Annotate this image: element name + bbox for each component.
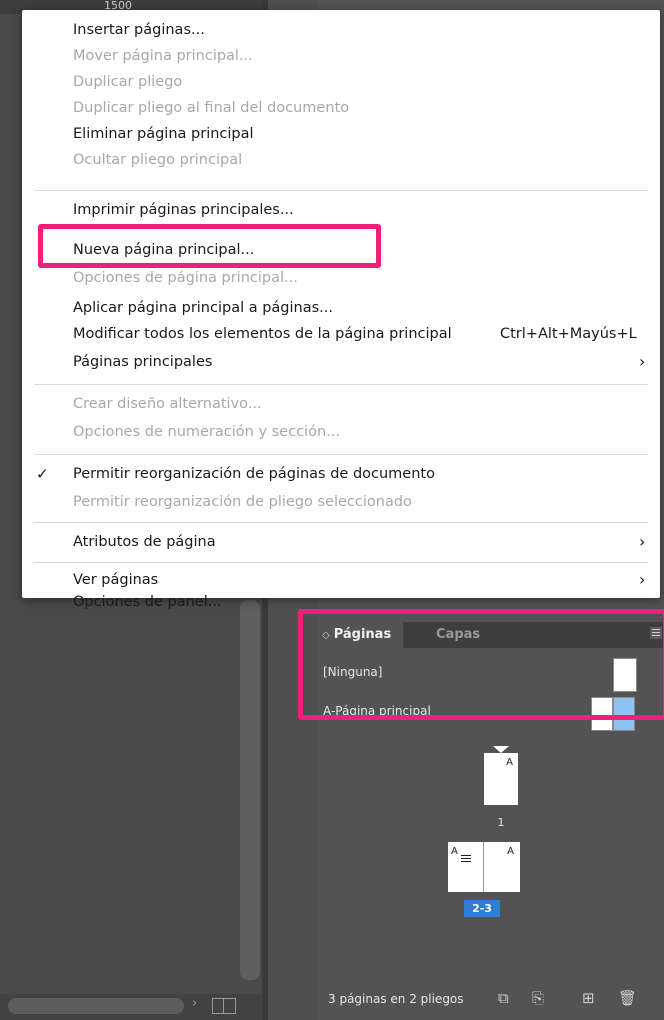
page-thumbnail-2[interactable]: A: [448, 842, 484, 892]
page-thumbnail-1[interactable]: A: [484, 753, 518, 805]
vertical-scrollbar[interactable]: [240, 600, 260, 980]
delete-page-icon[interactable]: 🗑: [618, 989, 637, 1007]
menu-item-numbering-options[interactable]: Opciones de numeración y sección...: [22, 422, 660, 446]
menu-item-label: Eliminar página principal: [73, 126, 254, 142]
menu-item-hide-master-spread[interactable]: Ocultar pliego principal: [22, 150, 660, 174]
add-page-icon[interactable]: ⊞: [582, 989, 595, 1007]
menu-item-shortcut: Ctrl+Alt+Mayús+L: [500, 326, 637, 342]
menu-item-label: Opciones de panel...: [73, 594, 222, 610]
menu-item-master-options[interactable]: Opciones de página principal...: [22, 268, 660, 292]
menu-item-label: Duplicar pliego: [73, 74, 183, 90]
text-frame-icon: [461, 855, 471, 864]
chevron-right-icon[interactable]: ›: [192, 996, 197, 1011]
menu-item-master-pages-submenu[interactable]: Páginas principales ›: [22, 352, 660, 376]
page-2-master-prefix: A: [451, 846, 458, 857]
pages-panel-context-menu: Insertar páginas... Mover página princip…: [22, 10, 660, 610]
menu-item-label: Duplicar pliego al final del documento: [73, 100, 350, 116]
menu-item-insert-pages[interactable]: Insertar páginas...: [22, 20, 660, 44]
annotation-highlight-new-master: [38, 224, 381, 268]
menu-item-override-master-items[interactable]: Modificar todos los elementos de la pági…: [22, 324, 660, 348]
edit-page-size-icon[interactable]: ⧉: [498, 989, 509, 1007]
menu-item-move-master[interactable]: Mover página principal...: [22, 46, 660, 70]
menu-item-label: Aplicar página principal a páginas...: [73, 300, 334, 316]
spread-number-label[interactable]: 2-3: [464, 900, 500, 917]
annotation-highlight-masters: [298, 609, 664, 720]
menu-item-label: Permitir reorganización de pliego selecc…: [73, 494, 412, 510]
page-3-master-prefix: A: [507, 846, 514, 857]
page-marker-icon: [493, 746, 509, 753]
view-mode-icon[interactable]: [212, 998, 236, 1014]
menu-item-label: Opciones de página principal...: [73, 270, 298, 286]
menu-separator: [34, 190, 648, 191]
menu-item-label: Páginas principales: [73, 354, 213, 370]
create-new-page-icon[interactable]: ⎘: [532, 989, 544, 1007]
chevron-right-icon: ›: [639, 352, 646, 371]
page-1-master-prefix: A: [506, 757, 513, 768]
menu-item-label: Insertar páginas...: [73, 22, 205, 38]
menu-item-label: Permitir reorganización de páginas de do…: [73, 466, 435, 482]
menu-item-label: Modificar todos los elementos de la pági…: [73, 326, 452, 342]
spread-fold: [483, 842, 484, 892]
checkmark-icon: ✓: [36, 465, 49, 483]
menu-separator: [34, 384, 648, 385]
page-number-1: 1: [497, 816, 505, 829]
chevron-right-icon: ›: [639, 532, 646, 551]
menu-item-label: Atributos de página: [73, 534, 216, 550]
menu-item-label: Imprimir páginas principales...: [73, 202, 294, 218]
horizontal-scrollbar-thumb[interactable]: [8, 998, 184, 1014]
menu-item-allow-document-shuffle[interactable]: ✓ Permitir reorganización de páginas de …: [22, 464, 660, 488]
menu-item-page-attributes[interactable]: Atributos de página ›: [22, 532, 660, 556]
menu-item-print-masters[interactable]: Imprimir páginas principales...: [22, 200, 660, 224]
chevron-right-icon: ›: [639, 570, 646, 589]
menu-item-view-pages[interactable]: Ver páginas ›: [22, 570, 660, 594]
menu-item-duplicate-spread-end[interactable]: Duplicar pliego al final del documento: [22, 98, 660, 122]
menu-separator: [34, 454, 648, 455]
menu-item-apply-master[interactable]: Aplicar página principal a páginas...: [22, 298, 660, 322]
menu-item-label: Crear diseño alternativo...: [73, 396, 262, 412]
menu-item-duplicate-spread[interactable]: Duplicar pliego: [22, 72, 660, 96]
menu-item-label: Ocultar pliego principal: [73, 152, 243, 168]
menu-item-label: Opciones de numeración y sección...: [73, 424, 340, 440]
menu-item-create-alternate-layout[interactable]: Crear diseño alternativo...: [22, 394, 660, 418]
menu-item-allow-spread-shuffle[interactable]: Permitir reorganización de pliego selecc…: [22, 492, 660, 516]
panel-footer: 3 páginas en 2 pliegos ⧉ ⎘ ⊞ 🗑: [318, 982, 664, 1020]
page-thumbnail-3[interactable]: A: [484, 842, 520, 892]
menu-item-label: Ver páginas: [73, 572, 159, 588]
menu-item-delete-master[interactable]: Eliminar página principal: [22, 124, 660, 148]
menu-separator: [34, 562, 648, 563]
menu-item-label: Mover página principal...: [73, 48, 253, 64]
page-count-status: 3 páginas en 2 pliegos: [328, 992, 464, 1006]
menu-separator: [34, 522, 648, 523]
